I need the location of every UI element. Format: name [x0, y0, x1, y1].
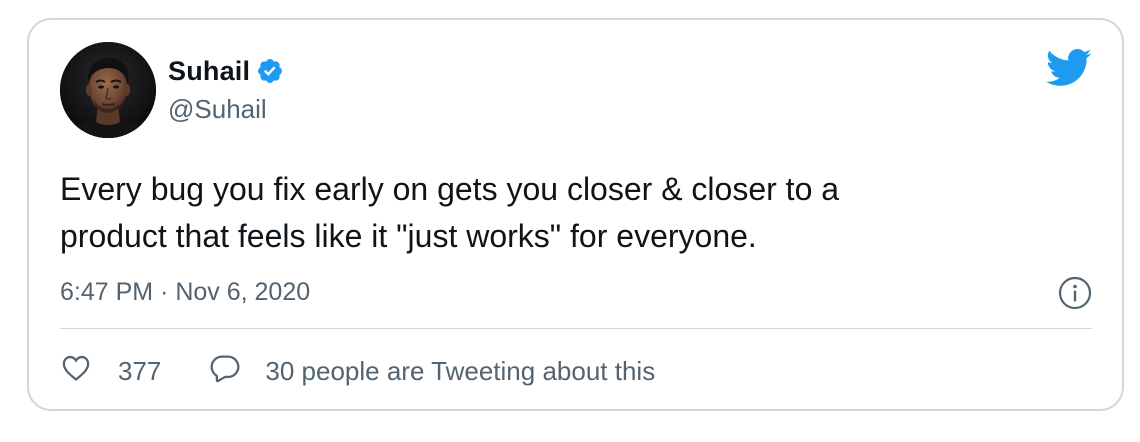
conversation-label: 30 people are Tweeting about this — [265, 355, 656, 386]
divider — [60, 328, 1092, 329]
author-handle[interactable]: @Suhail — [168, 94, 267, 125]
twitter-bird-icon[interactable] — [1046, 48, 1092, 88]
author-name-row[interactable]: Suhail — [168, 54, 284, 88]
avatar-image — [60, 42, 156, 138]
like-count: 377 — [118, 355, 162, 386]
like-button[interactable]: 377 — [60, 352, 161, 391]
info-icon[interactable] — [1058, 276, 1092, 310]
tweet-timestamp[interactable]: 6:47 PM · Nov 6, 2020 — [60, 278, 310, 307]
heart-icon — [60, 352, 92, 391]
reply-bubble-icon — [209, 352, 241, 391]
verified-badge-icon — [256, 57, 284, 85]
tweet-text-line: product that feels like it "just works" … — [60, 218, 757, 254]
tweet-actions: 377 30 people are Tweeting about this — [60, 351, 655, 391]
avatar[interactable] — [60, 42, 156, 138]
tweet-text: Every bug you fix early on gets you clos… — [60, 166, 1090, 260]
tweet-text-line: Every bug you fix early on gets you clos… — [60, 171, 840, 207]
conversation-link[interactable]: 30 people are Tweeting about this — [209, 352, 655, 391]
tweet-embed-card[interactable]: Suhail @Suhail Every bug you fix early o… — [27, 18, 1124, 411]
author-display-name[interactable]: Suhail — [168, 56, 250, 87]
